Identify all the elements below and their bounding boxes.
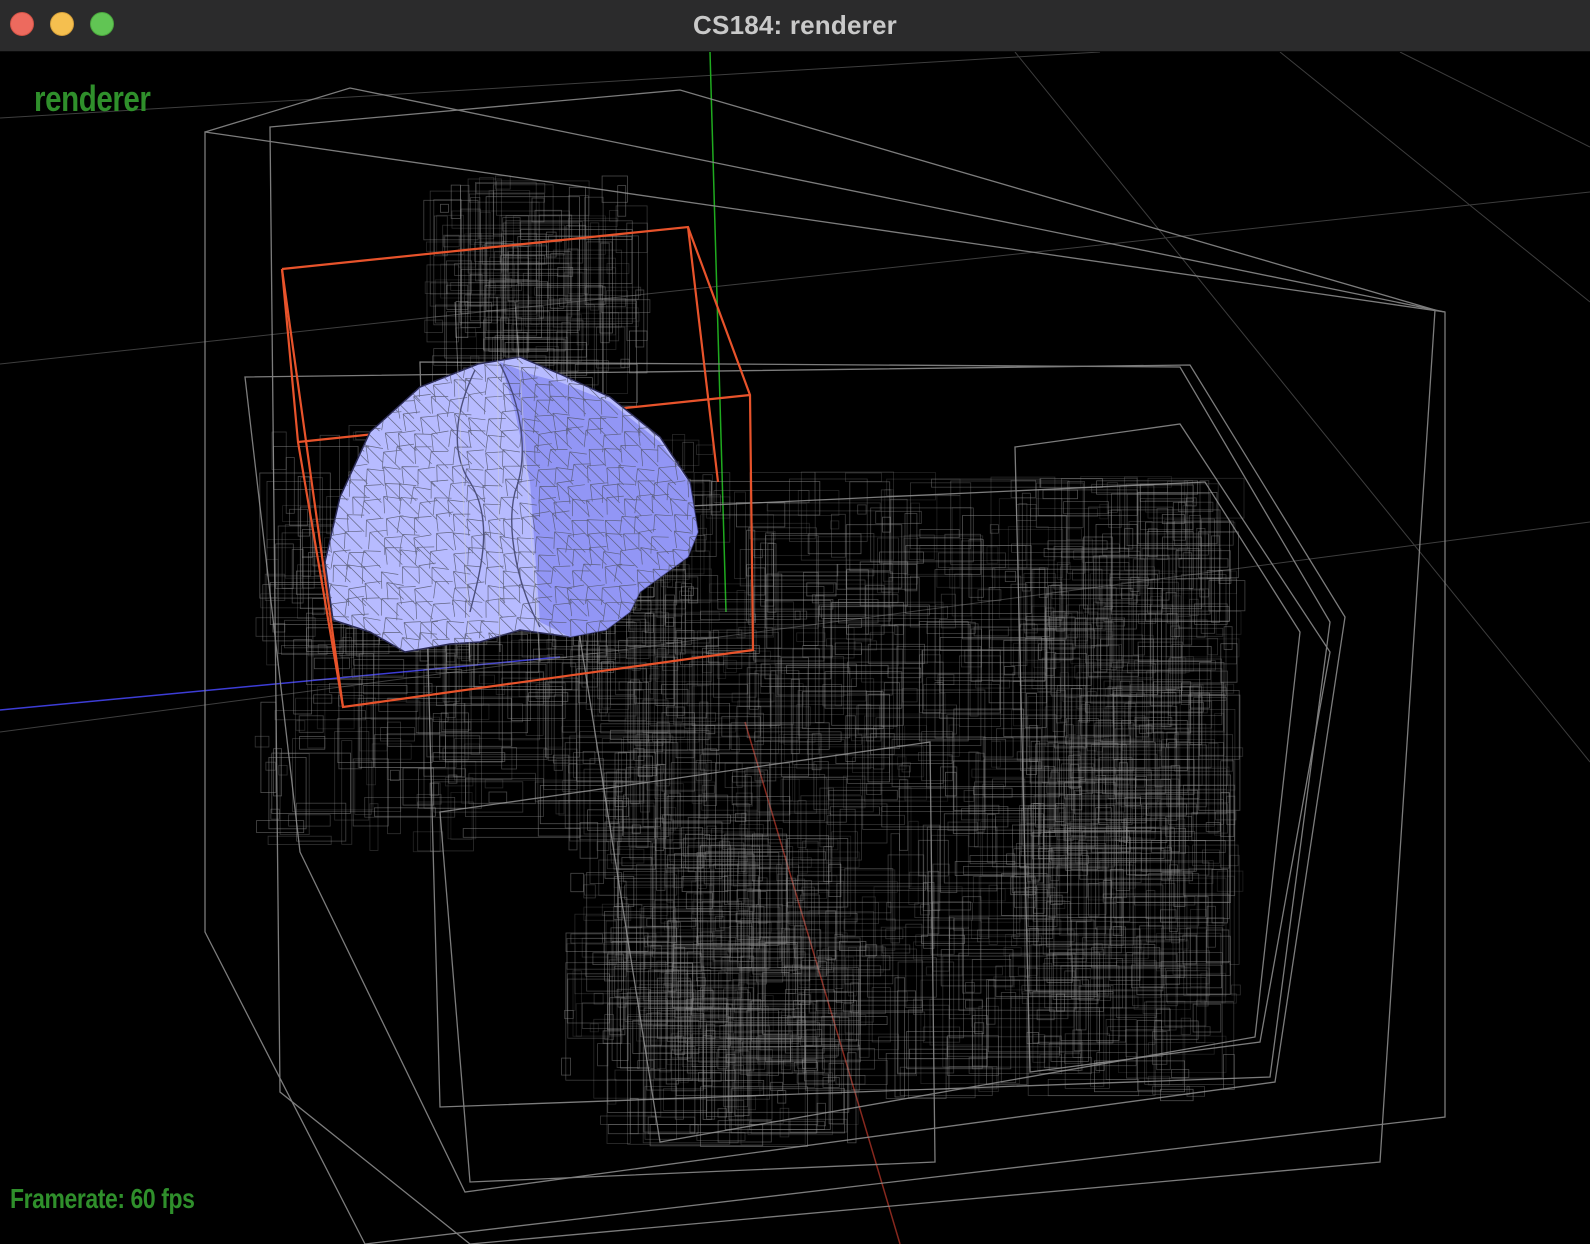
- app-name-label: renderer: [34, 78, 151, 119]
- renderer-window: CS184: renderer renderer Framerate: 60 f…: [0, 0, 1590, 1244]
- framerate-label: Framerate: 60 fps: [10, 1183, 195, 1214]
- title-bar[interactable]: CS184: renderer: [0, 0, 1590, 52]
- window-title: CS184: renderer: [693, 10, 897, 40]
- bvh-scene-canvas[interactable]: [0, 52, 1590, 1244]
- world-grid-lines: [0, 52, 1590, 763]
- render-viewport[interactable]: renderer Framerate: 60 fps: [0, 52, 1590, 1244]
- bvh-leaf-boxes: [254, 175, 1246, 1147]
